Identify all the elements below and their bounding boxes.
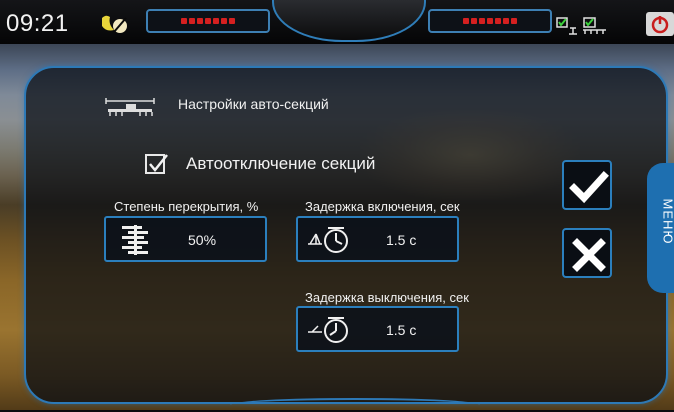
confirm-button[interactable] <box>562 160 612 210</box>
overlap-field[interactable]: 50% <box>104 216 267 262</box>
right-sections-indicator <box>428 9 552 33</box>
power-icon[interactable] <box>646 12 674 36</box>
section-indicator-dot <box>213 18 219 24</box>
timer-on-icon <box>306 224 352 256</box>
left-sections-indicator <box>146 9 270 33</box>
section-indicator-dot <box>221 18 227 24</box>
timer-off-icon <box>306 314 352 346</box>
section-indicator-dot <box>189 18 195 24</box>
gps-sensor-status-icons[interactable] <box>556 16 610 36</box>
section-indicator-dot <box>471 18 477 24</box>
night-mode-icon[interactable] <box>100 12 130 36</box>
menu-tab[interactable]: МЕНЮ <box>647 163 674 293</box>
overlap-label: Степень перекрытия, % <box>114 199 258 214</box>
off-delay-value: 1.5 c <box>386 322 416 338</box>
off-delay-field[interactable]: 1.5 c <box>296 306 459 352</box>
section-indicator-dot <box>229 18 235 24</box>
checkmark-icon <box>569 167 609 207</box>
overlap-value: 50% <box>188 232 216 248</box>
section-indicator-dot <box>479 18 485 24</box>
checkmark-small-icon <box>147 153 171 177</box>
section-indicator-dot <box>463 18 469 24</box>
section-indicator-dot <box>487 18 493 24</box>
on-delay-label: Задержка включения, сек <box>305 199 460 214</box>
off-delay-label: Задержка выключения, сек <box>305 290 469 305</box>
menu-tab-label: МЕНЮ <box>661 199 674 239</box>
sprayer-boom-icon <box>104 95 156 117</box>
on-delay-value: 1.5 c <box>386 232 416 248</box>
top-status-bar: 09:21 <box>0 0 674 44</box>
section-indicator-dot <box>205 18 211 24</box>
close-icon <box>569 235 609 275</box>
section-indicator-dot <box>181 18 187 24</box>
overlap-bars-icon <box>120 225 152 255</box>
section-indicator-dot <box>503 18 509 24</box>
clock: 09:21 <box>6 10 69 38</box>
auto-off-checkbox[interactable] <box>145 154 165 174</box>
auto-off-label: Автоотключение секций <box>186 154 375 174</box>
cancel-button[interactable] <box>562 228 612 278</box>
section-indicator-dot <box>511 18 517 24</box>
center-hub <box>272 0 426 42</box>
section-indicator-dot <box>495 18 501 24</box>
on-delay-field[interactable]: 1.5 c <box>296 216 459 262</box>
section-indicator-dot <box>197 18 203 24</box>
dialog-title: Настройки авто-секций <box>178 96 329 112</box>
